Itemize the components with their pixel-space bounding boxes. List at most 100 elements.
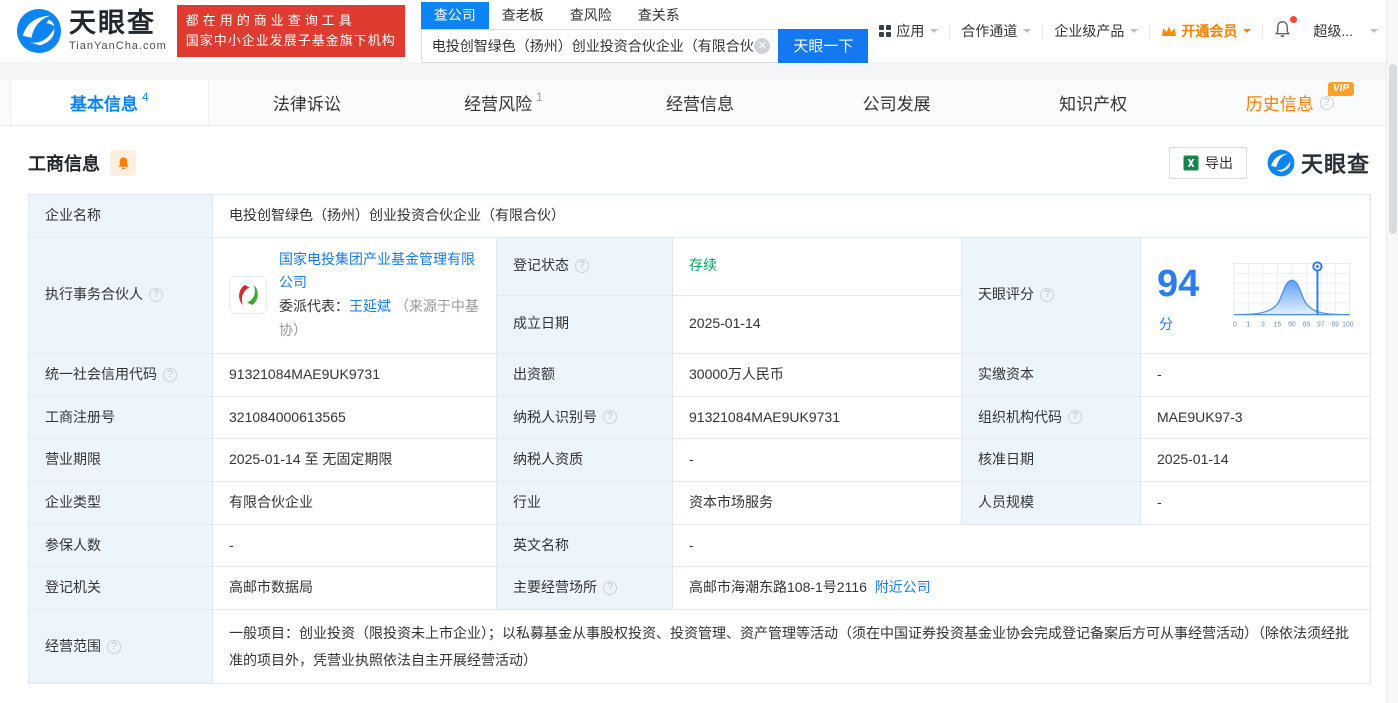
field-label-business-scope: 经营范围	[28, 608, 213, 685]
tab-legal-litigation[interactable]: 法律诉讼	[209, 80, 406, 125]
tab-basic-info[interactable]: 基本信息 4	[10, 80, 209, 125]
field-label-company-type: 企业类型	[28, 480, 213, 525]
field-label-establish-date: 成立日期	[496, 294, 673, 354]
partner-company-link[interactable]: 国家电投集团产业基金管理有限公司	[279, 251, 475, 291]
svg-text:1: 1	[1247, 322, 1251, 329]
field-label-insured-count: 参保人数	[28, 523, 213, 568]
svg-text:50: 50	[1288, 322, 1296, 329]
search-tab-boss[interactable]: 查老板	[489, 2, 557, 29]
top-header: 天眼查 TianYanCha.com 都在用的商业查询工具 国家中小企业发展子基…	[0, 0, 1398, 63]
help-icon[interactable]	[1040, 288, 1054, 303]
tab-count: 4	[141, 89, 149, 104]
rep-link[interactable]: 王延斌	[349, 298, 391, 314]
svg-text:97: 97	[1317, 322, 1325, 329]
help-icon[interactable]	[575, 259, 589, 274]
tianyancha-logo[interactable]: 天眼查 TianYanCha.com	[16, 8, 167, 54]
nav-open-vip[interactable]: 开通会员	[1150, 21, 1262, 41]
main-content: 工商信息 导出 天眼查 企业名称 电投创智绿色（扬州）创业投资合伙企业（有限合伙…	[0, 126, 1398, 685]
notifications-bell[interactable]	[1263, 16, 1302, 42]
search-tab-risk[interactable]: 查风险	[557, 2, 625, 29]
field-label-capital: 出资额	[496, 352, 673, 397]
svg-text:0: 0	[1233, 322, 1237, 329]
tab-operation-info[interactable]: 经营信息	[602, 80, 799, 125]
rep-label: 委派代表：	[279, 298, 349, 315]
svg-text:15: 15	[1274, 322, 1282, 329]
scrollbar[interactable]	[1386, 0, 1398, 703]
field-value-taxpayer-id: 91321084MAE9UK9731	[672, 395, 962, 440]
help-icon[interactable]	[603, 581, 617, 596]
nav-cooperation-label: 合作通道	[961, 23, 1018, 39]
business-info-table: 企业名称 电投创智绿色（扬州）创业投资合伙企业（有限合伙） 执行事务合伙人 ? …	[28, 194, 1372, 685]
slogan-banner: 都在用的商业查询工具 国家中小企业发展子基金旗下机构	[176, 4, 405, 58]
tab-intellectual-property[interactable]: 知识产权	[995, 80, 1192, 125]
search-button[interactable]: 天眼一下	[778, 28, 869, 63]
tab-label: 经营风险	[464, 95, 533, 114]
tab-count: 1	[536, 89, 543, 104]
field-label-credit-code: 统一社会信用代码	[28, 352, 213, 397]
help-icon[interactable]	[603, 410, 617, 425]
slogan-line2: 国家中小企业发展子基金旗下机构	[185, 33, 396, 48]
help-icon[interactable]	[107, 639, 121, 654]
help-icon[interactable]	[163, 367, 177, 382]
nav-super[interactable]: 超级...	[1302, 21, 1364, 41]
field-value-english-name: -	[671, 523, 1372, 568]
field-value-taxpayer-quality: -	[672, 438, 962, 482]
field-label-reg-number: 工商注册号	[28, 395, 213, 440]
field-label-taxpayer-quality: 纳税人资质	[496, 438, 673, 482]
field-label-industry: 行业	[496, 480, 673, 525]
svg-text:99: 99	[1332, 322, 1340, 329]
tab-label: 法律诉讼	[272, 95, 341, 114]
logo-title: 天眼查	[69, 8, 156, 38]
search-area: 查公司 查老板 查风险 查关系 ✕ 天眼一下	[420, 1, 869, 63]
search-input-wrap: ✕	[420, 28, 779, 63]
field-value-business-scope: 一般项目：创业投资（限投资未上市企业）；以私募基金从事股权投资、投资管理、资产管…	[211, 608, 1372, 685]
field-value-company-type: 有限合伙企业	[212, 480, 497, 525]
score-distribution-chart: 0 1 3 15 50 85 97 99 100	[1233, 261, 1354, 329]
tianyancha-watermark-icon	[1267, 149, 1295, 177]
export-label: 导出	[1204, 155, 1233, 171]
chevron-down-icon	[1370, 29, 1378, 37]
field-label-staff-size: 人员规模	[961, 480, 1141, 525]
search-tabs: 查公司 查老板 查风险 查关系	[420, 1, 869, 29]
scrollbar-thumb[interactable]	[1389, 64, 1397, 234]
vip-badge: VIP	[1327, 82, 1355, 96]
export-button[interactable]: 导出	[1168, 147, 1247, 179]
tab-history-info[interactable]: VIP 历史信息	[1191, 80, 1388, 125]
field-label-org-code: 组织机构代码	[961, 395, 1141, 440]
nav-cooperation[interactable]: 合作通道	[950, 21, 1042, 41]
field-label-paid-capital: 实缴资本	[961, 352, 1141, 397]
help-icon[interactable]	[149, 288, 163, 303]
partner-company-logo	[229, 276, 267, 315]
chevron-down-icon	[1243, 29, 1252, 37]
slogan-line1: 都在用的商业查询工具	[185, 12, 356, 28]
help-icon[interactable]	[1068, 410, 1082, 425]
field-label-english-name: 英文名称	[496, 523, 673, 568]
field-value-reg-status: 存续	[672, 236, 962, 296]
search-tab-relation[interactable]: 查关系	[625, 2, 693, 29]
field-label-reg-authority: 登记机关	[28, 566, 213, 610]
monitor-bell-button[interactable]	[110, 150, 136, 176]
field-value-business-term: 2025-01-14 至 无固定期限	[212, 438, 497, 482]
watermark-brand-label: 天眼查	[1300, 152, 1370, 177]
nav-apps-label: 应用	[896, 23, 925, 39]
tianyancha-logo-icon	[16, 8, 62, 54]
logo-subtitle: TianYanCha.com	[69, 40, 167, 52]
field-label-taxpayer-id: 纳税人识别号	[496, 395, 673, 440]
field-label-address: 主要经营场所	[496, 566, 673, 610]
score-value: 94分	[1157, 262, 1200, 332]
clear-search-icon[interactable]: ✕	[754, 37, 771, 54]
nearby-companies-link[interactable]: 附近公司	[875, 579, 931, 595]
tab-company-development[interactable]: 公司发展	[798, 80, 995, 125]
field-label-reg-status: 登记状态	[496, 236, 673, 296]
status-badge: 存续	[689, 257, 717, 274]
search-input[interactable]	[431, 37, 755, 54]
nav-apps[interactable]: 应用	[868, 21, 949, 41]
field-value-paid-capital: -	[1139, 352, 1372, 397]
nav-enterprise-products[interactable]: 企业级产品	[1043, 21, 1149, 41]
field-value-executive-partner: 国家电投集团产业基金管理有限公司 委派代表：王延斌 （来源于中基协）	[212, 236, 497, 354]
field-label-business-term: 营业期限	[28, 438, 213, 482]
tab-operation-risk[interactable]: 经营风险 1	[405, 80, 602, 125]
svg-text:85: 85	[1303, 322, 1311, 329]
search-tab-company[interactable]: 查公司	[420, 1, 489, 29]
help-icon[interactable]	[1319, 95, 1334, 110]
